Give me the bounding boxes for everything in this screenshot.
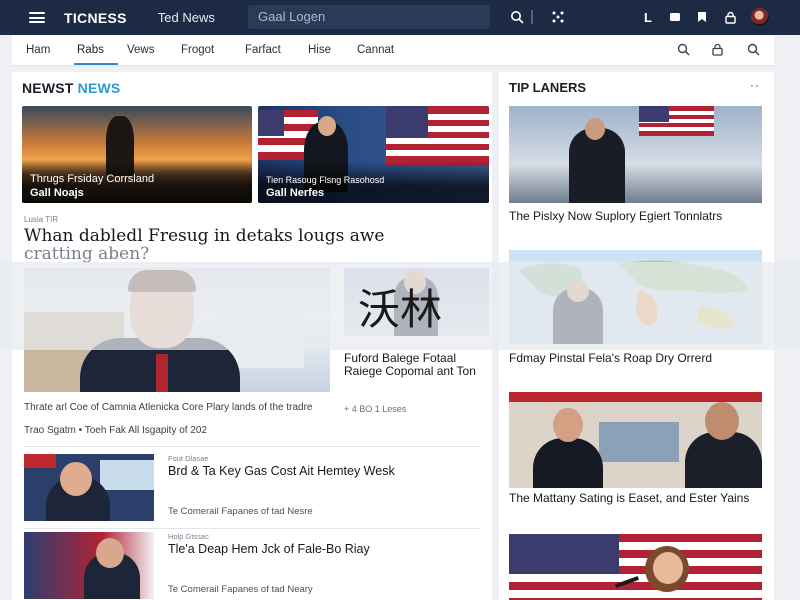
headline-line-1[interactable]: Whan dabledl Fresug in detaks lougs awe xyxy=(24,226,384,246)
overlay-text: 沃林 xyxy=(357,284,442,334)
nav-item-rabs[interactable]: Rabs xyxy=(77,44,104,56)
flag-image xyxy=(509,534,762,600)
person-face xyxy=(553,408,583,442)
section-title-prefix: NEWST xyxy=(22,80,74,96)
screen-image xyxy=(599,422,679,462)
lead-meta: Trao Sgatm • Toeh Fak All Isgapity of 20… xyxy=(24,425,208,436)
person-face xyxy=(60,462,92,496)
nav-item-hise[interactable]: Hise xyxy=(308,44,331,56)
banner-stripe xyxy=(509,392,762,402)
divider xyxy=(24,446,480,447)
flag-image xyxy=(639,106,714,136)
person-face xyxy=(318,116,336,136)
chart-image xyxy=(100,460,154,490)
row-title[interactable]: Tle'a Deap Hem Jck of Fale-Bo Riay xyxy=(168,543,468,556)
row-thumbnail[interactable] xyxy=(24,532,154,599)
divider xyxy=(24,528,480,529)
hero-caption[interactable]: Thrugs Frsiday Corrsland xyxy=(30,173,154,185)
row-title[interactable]: Brd & Ta Key Gas Cost Ait Hemtey Wesk xyxy=(168,465,468,478)
rail-story-image[interactable] xyxy=(509,106,762,203)
rail-story-image[interactable] xyxy=(509,392,762,488)
rail-story-image[interactable] xyxy=(509,534,762,600)
nav-item-home[interactable]: Ham xyxy=(26,44,50,56)
row-meta: Te Comerail Fapanes of tad Nesre xyxy=(168,506,313,517)
nav-item-frogot[interactable]: Frogot xyxy=(181,44,214,56)
search-input[interactable]: Gaal Logen xyxy=(248,5,490,29)
hero-byline[interactable]: Gall Noajs xyxy=(30,187,84,199)
badge-image xyxy=(24,454,56,468)
avatar[interactable] xyxy=(751,8,769,26)
person-face xyxy=(705,402,739,440)
section-nav: Ham Rabs Vews Frogot Farfact Hise Cannat xyxy=(12,35,774,66)
side-story-meta: + 4 BO 1 Leses xyxy=(344,404,407,414)
side-story-title[interactable]: Fuford Balege Fotaal Raiege Copomal ant … xyxy=(344,352,484,377)
bell-icon[interactable] xyxy=(667,9,683,25)
top-bar: TICNESS Ted News Gaal Logen L xyxy=(0,0,800,35)
hero-caption[interactable]: Tien Rasoug Flsng Rasohosd xyxy=(266,175,384,185)
person-face xyxy=(653,552,683,584)
lock-icon[interactable] xyxy=(709,43,725,59)
lock-icon[interactable] xyxy=(722,9,738,25)
rail-story-title[interactable]: The Mattany Sating is Easet, and Ester Y… xyxy=(509,492,762,505)
rail-title: TIP LANERS xyxy=(509,80,587,95)
nav-item-vews[interactable]: Vews xyxy=(127,44,155,56)
nav-item-farfact[interactable]: Farfact xyxy=(245,44,281,56)
search-icon[interactable] xyxy=(675,43,691,59)
divider xyxy=(531,10,533,24)
person-image xyxy=(685,432,762,488)
active-tab-indicator xyxy=(74,63,118,65)
rail-story-title[interactable]: The Pislxy Now Suplory Egiert Tonnlatrs xyxy=(509,210,762,223)
brand-subtitle[interactable]: Ted News xyxy=(158,10,215,25)
person-face xyxy=(96,538,124,568)
nav-item-cannat[interactable]: Cannat xyxy=(357,44,394,56)
section-title-accent: NEWS xyxy=(77,80,121,96)
row-kicker: Holp Gtssac xyxy=(168,532,209,541)
hero-byline[interactable]: Gall Nerfes xyxy=(266,187,324,199)
hero-card-sunset[interactable]: Thrugs Frsiday Corrsland Gall Noajs xyxy=(22,106,252,203)
tie-image xyxy=(156,354,168,392)
lead-headline[interactable]: Whan dabledl Fresug in detaks lougs awe … xyxy=(24,227,484,263)
story-kicker: Lusia TIR xyxy=(24,215,59,224)
flag-image xyxy=(386,106,489,166)
row-meta: Te Comerail Fapanes of tad Neary xyxy=(168,584,313,595)
hero-card-flag[interactable]: Tien Rasoug Flsng Rasohosd Gall Nerfes xyxy=(258,106,489,203)
rail-story-title[interactable]: Fdmay Pinstal Fela's Roap Dry Orrerd xyxy=(509,352,762,365)
apps-icon[interactable] xyxy=(550,9,566,25)
bookmark-icon[interactable] xyxy=(694,9,710,25)
headline-line-2[interactable]: cratting aben? xyxy=(24,244,149,264)
account-letter[interactable]: L xyxy=(640,9,656,25)
more-options-icon[interactable]: ·· xyxy=(750,78,760,92)
row-kicker: Fout Dlasae xyxy=(168,454,209,463)
overlay-banner: 沃林 xyxy=(0,262,800,350)
section-title: NEWST NEWS xyxy=(22,80,120,96)
row-thumbnail[interactable] xyxy=(24,454,154,521)
search-icon[interactable] xyxy=(745,43,761,59)
person-face xyxy=(585,118,605,140)
lead-caption: Thrate arl Coe of Camnia Atlenicka Core … xyxy=(24,402,313,413)
brand-logo[interactable]: TICNESS xyxy=(64,10,127,26)
search-icon[interactable] xyxy=(509,9,525,25)
person-image xyxy=(533,438,603,488)
menu-icon[interactable] xyxy=(29,12,45,23)
